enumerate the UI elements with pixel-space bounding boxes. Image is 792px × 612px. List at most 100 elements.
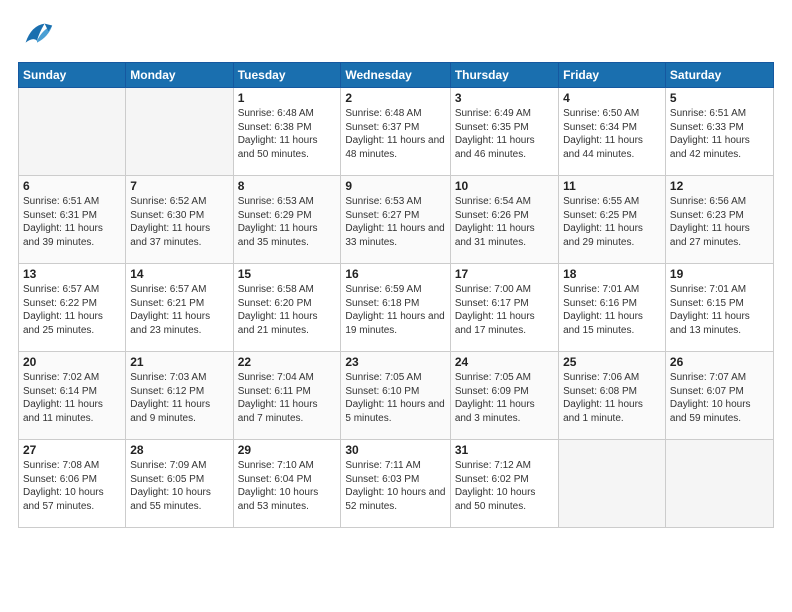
day-number: 6	[23, 179, 121, 193]
calendar-cell: 26 Sunrise: 7:07 AM Sunset: 6:07 PM Dayli…	[665, 352, 773, 440]
day-number: 2	[345, 91, 445, 105]
day-number: 14	[130, 267, 228, 281]
day-info: Sunrise: 6:49 AM Sunset: 6:35 PM Dayligh…	[455, 107, 554, 161]
calendar-day-header: Saturday	[665, 63, 773, 88]
day-info: Sunrise: 7:07 AM Sunset: 6:07 PM Dayligh…	[670, 371, 769, 425]
calendar-cell	[19, 88, 126, 176]
day-info: Sunrise: 6:48 AM Sunset: 6:38 PM Dayligh…	[238, 107, 337, 161]
calendar-week-row: 27Sunrise: 7:08 AM Sunset: 6:06 PM Dayli…	[19, 440, 774, 528]
calendar-cell: 24 Sunrise: 7:05 AM Sunset: 6:09 PM Dayli…	[450, 352, 558, 440]
day-info: Sunrise: 6:59 AM Sunset: 6:18 PM Dayligh…	[345, 283, 445, 337]
calendar-cell	[559, 440, 666, 528]
day-number: 22	[238, 355, 337, 369]
day-info: Sunrise: 6:54 AM Sunset: 6:26 PM Dayligh…	[455, 195, 554, 249]
day-info: Sunrise: 7:06 AM Sunset: 6:08 PM Dayligh…	[563, 371, 661, 425]
calendar-cell: 23 Sunrise: 7:05 AM Sunset: 6:10 PM Dayli…	[341, 352, 450, 440]
day-number: 3	[455, 91, 554, 105]
day-info: Sunrise: 7:12 AM Sunset: 6:02 PM Dayligh…	[455, 459, 554, 513]
calendar-cell: 5 Sunrise: 6:51 AM Sunset: 6:33 PM Daylig…	[665, 88, 773, 176]
header	[18, 16, 774, 54]
day-number: 10	[455, 179, 554, 193]
calendar-cell: 16 Sunrise: 6:59 AM Sunset: 6:18 PM Dayli…	[341, 264, 450, 352]
page-container: SundayMondayTuesdayWednesdayThursdayFrid…	[0, 0, 792, 538]
day-number: 21	[130, 355, 228, 369]
calendar-cell: 8 Sunrise: 6:53 AM Sunset: 6:29 PM Daylig…	[233, 176, 341, 264]
day-number: 8	[238, 179, 337, 193]
day-info: Sunrise: 6:50 AM Sunset: 6:34 PM Dayligh…	[563, 107, 661, 161]
day-number: 24	[455, 355, 554, 369]
calendar-cell: 10 Sunrise: 6:54 AM Sunset: 6:26 PM Dayli…	[450, 176, 558, 264]
day-info: Sunrise: 6:56 AM Sunset: 6:23 PM Dayligh…	[670, 195, 769, 249]
calendar-cell: 25 Sunrise: 7:06 AM Sunset: 6:08 PM Dayli…	[559, 352, 666, 440]
calendar-cell: 13 Sunrise: 6:57 AM Sunset: 6:22 PM Dayli…	[19, 264, 126, 352]
calendar-week-row: 13 Sunrise: 6:57 AM Sunset: 6:22 PM Dayli…	[19, 264, 774, 352]
calendar-day-header: Tuesday	[233, 63, 341, 88]
day-info: Sunrise: 7:01 AM Sunset: 6:16 PM Dayligh…	[563, 283, 661, 337]
calendar-cell: 11 Sunrise: 6:55 AM Sunset: 6:25 PM Dayli…	[559, 176, 666, 264]
day-info: Sunrise: 7:01 AM Sunset: 6:15 PM Dayligh…	[670, 283, 769, 337]
calendar-day-header: Thursday	[450, 63, 558, 88]
day-number: 5	[670, 91, 769, 105]
day-number: 16	[345, 267, 445, 281]
calendar-cell: 3 Sunrise: 6:49 AM Sunset: 6:35 PM Daylig…	[450, 88, 558, 176]
calendar-day-header: Monday	[126, 63, 233, 88]
calendar-cell: 9 Sunrise: 6:53 AM Sunset: 6:27 PM Daylig…	[341, 176, 450, 264]
day-number: 26	[670, 355, 769, 369]
day-number: 4	[563, 91, 661, 105]
calendar-cell: 17Sunrise: 7:00 AM Sunset: 6:17 PM Dayli…	[450, 264, 558, 352]
calendar-cell: 14Sunrise: 6:57 AM Sunset: 6:21 PM Dayli…	[126, 264, 233, 352]
day-number: 29	[238, 443, 337, 457]
day-info: Sunrise: 7:10 AM Sunset: 6:04 PM Dayligh…	[238, 459, 337, 513]
calendar-cell: 31 Sunrise: 7:12 AM Sunset: 6:02 PM Dayli…	[450, 440, 558, 528]
day-info: Sunrise: 7:05 AM Sunset: 6:10 PM Dayligh…	[345, 371, 445, 425]
day-info: Sunrise: 6:55 AM Sunset: 6:25 PM Dayligh…	[563, 195, 661, 249]
day-number: 12	[670, 179, 769, 193]
calendar-cell: 2 Sunrise: 6:48 AM Sunset: 6:37 PM Daylig…	[341, 88, 450, 176]
day-number: 11	[563, 179, 661, 193]
logo-icon	[18, 16, 56, 54]
day-info: Sunrise: 7:05 AM Sunset: 6:09 PM Dayligh…	[455, 371, 554, 425]
day-number: 19	[670, 267, 769, 281]
calendar-cell: 27Sunrise: 7:08 AM Sunset: 6:06 PM Dayli…	[19, 440, 126, 528]
day-number: 13	[23, 267, 121, 281]
day-number: 9	[345, 179, 445, 193]
calendar-day-header: Wednesday	[341, 63, 450, 88]
day-number: 25	[563, 355, 661, 369]
day-number: 18	[563, 267, 661, 281]
calendar-cell: 28 Sunrise: 7:09 AM Sunset: 6:05 PM Dayli…	[126, 440, 233, 528]
calendar-cell	[126, 88, 233, 176]
day-info: Sunrise: 6:52 AM Sunset: 6:30 PM Dayligh…	[130, 195, 228, 249]
calendar-header-row: SundayMondayTuesdayWednesdayThursdayFrid…	[19, 63, 774, 88]
day-info: Sunrise: 6:48 AM Sunset: 6:37 PM Dayligh…	[345, 107, 445, 161]
day-number: 30	[345, 443, 445, 457]
calendar-cell: 29 Sunrise: 7:10 AM Sunset: 6:04 PM Dayli…	[233, 440, 341, 528]
calendar-day-header: Friday	[559, 63, 666, 88]
day-info: Sunrise: 6:53 AM Sunset: 6:27 PM Dayligh…	[345, 195, 445, 249]
calendar-week-row: 6Sunrise: 6:51 AM Sunset: 6:31 PM Daylig…	[19, 176, 774, 264]
calendar-week-row: 20Sunrise: 7:02 AM Sunset: 6:14 PM Dayli…	[19, 352, 774, 440]
day-info: Sunrise: 7:04 AM Sunset: 6:11 PM Dayligh…	[238, 371, 337, 425]
day-number: 17	[455, 267, 554, 281]
calendar-cell: 21Sunrise: 7:03 AM Sunset: 6:12 PM Dayli…	[126, 352, 233, 440]
calendar-cell: 7Sunrise: 6:52 AM Sunset: 6:30 PM Daylig…	[126, 176, 233, 264]
day-number: 31	[455, 443, 554, 457]
day-number: 15	[238, 267, 337, 281]
calendar-cell: 6Sunrise: 6:51 AM Sunset: 6:31 PM Daylig…	[19, 176, 126, 264]
calendar-cell: 12 Sunrise: 6:56 AM Sunset: 6:23 PM Dayli…	[665, 176, 773, 264]
day-info: Sunrise: 7:09 AM Sunset: 6:05 PM Dayligh…	[130, 459, 228, 513]
calendar-cell: 4 Sunrise: 6:50 AM Sunset: 6:34 PM Daylig…	[559, 88, 666, 176]
day-number: 28	[130, 443, 228, 457]
day-info: Sunrise: 6:57 AM Sunset: 6:22 PM Dayligh…	[23, 283, 121, 337]
day-info: Sunrise: 6:51 AM Sunset: 6:33 PM Dayligh…	[670, 107, 769, 161]
calendar-cell: 19 Sunrise: 7:01 AM Sunset: 6:15 PM Dayli…	[665, 264, 773, 352]
calendar-week-row: 1Sunrise: 6:48 AM Sunset: 6:38 PM Daylig…	[19, 88, 774, 176]
calendar-day-header: Sunday	[19, 63, 126, 88]
calendar-table: SundayMondayTuesdayWednesdayThursdayFrid…	[18, 62, 774, 528]
day-info: Sunrise: 6:53 AM Sunset: 6:29 PM Dayligh…	[238, 195, 337, 249]
calendar-cell: 18 Sunrise: 7:01 AM Sunset: 6:16 PM Dayli…	[559, 264, 666, 352]
day-number: 23	[345, 355, 445, 369]
calendar-cell: 1Sunrise: 6:48 AM Sunset: 6:38 PM Daylig…	[233, 88, 341, 176]
calendar-cell: 22 Sunrise: 7:04 AM Sunset: 6:11 PM Dayli…	[233, 352, 341, 440]
calendar-cell: 15Sunrise: 6:58 AM Sunset: 6:20 PM Dayli…	[233, 264, 341, 352]
calendar-cell: 20Sunrise: 7:02 AM Sunset: 6:14 PM Dayli…	[19, 352, 126, 440]
